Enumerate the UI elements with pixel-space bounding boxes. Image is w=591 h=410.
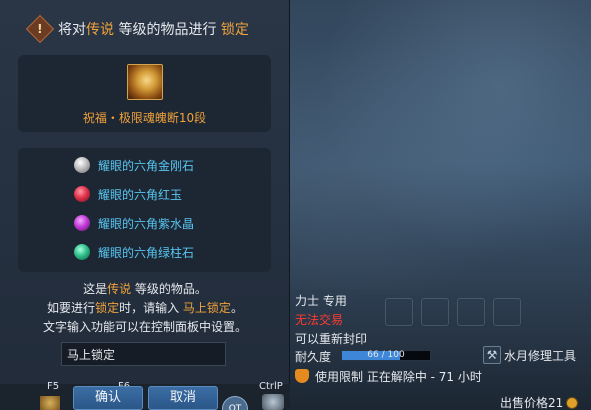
shortcut-key-ctrlp: CtrlP <box>259 381 283 392</box>
title-action: 锁定 <box>220 22 249 38</box>
coin-icon <box>566 396 579 409</box>
durability-bar: 66 / 100 <box>341 350 431 361</box>
durability-value: 66 / 100 <box>367 350 405 360</box>
lock-item-dialog: ! 将对传说 等级的物品进行 锁定 祝福・极限魂魄断10段 耀眼的六角金刚石 耀… <box>0 0 290 384</box>
beryl-gem-icon <box>74 244 90 260</box>
ruby-gem-icon <box>74 186 90 202</box>
material-list: 耀眼的六角金刚石 耀眼的六角红玉 耀眼的六角紫水晶 耀眼的六角绿柱石 <box>18 148 271 272</box>
dialog-title: ! 将对传说 等级的物品进行 锁定 <box>25 14 249 44</box>
confirm-text-input[interactable] <box>61 342 226 366</box>
dialog-title-text: 将对传说 等级的物品进行 锁定 <box>58 22 249 38</box>
hammer-icon: ⚒ <box>483 346 501 364</box>
background-scenery <box>290 0 591 290</box>
sell-price-label: 出售价格21 <box>500 396 564 410</box>
trade-status: 无法交易 <box>295 313 344 327</box>
list-item: 耀眼的六角金刚石 <box>74 155 194 175</box>
description-line-2: 如要进行锁定时，请输入 马上锁定。 <box>47 301 243 315</box>
material-label: 耀眼的六角红玉 <box>98 187 183 202</box>
shortcut-key-f5: F5 <box>47 381 60 392</box>
item-name: 祝福・极限魂魄断10段 <box>82 111 207 125</box>
durability-label: 耐久度 <box>295 350 332 364</box>
description-line-1: 这是传说 等级的物品。 <box>83 282 207 296</box>
repair-tool[interactable]: ⚒ 水月修理工具 <box>483 346 576 364</box>
title-grade: 传说 <box>86 22 114 38</box>
material-label: 耀眼的六角紫水晶 <box>98 216 195 231</box>
material-label: 耀眼的六角金刚石 <box>98 158 195 173</box>
shield-icon <box>295 369 309 383</box>
repair-tool-label: 水月修理工具 <box>504 348 577 363</box>
item-tooltip: 力士 专用 无法交易 可以重新封印 耐久度 66 / 100 ⚒ 水月修理工具 … <box>290 288 591 410</box>
weapon-item-icon[interactable] <box>127 64 163 100</box>
reseal-status: 可以重新封印 <box>295 332 368 346</box>
confirm-button[interactable]: 确认 <box>73 386 143 410</box>
description-line-3: 文字输入功能可以在控制面板中设置。 <box>42 320 247 334</box>
material-label: 耀眼的六角绿柱石 <box>98 245 195 260</box>
list-item: 耀眼的六角紫水晶 <box>74 213 194 233</box>
sell-price: 出售价格21 <box>500 394 579 410</box>
skill-slot-icon[interactable] <box>40 396 60 410</box>
skill-slot-icon-right[interactable] <box>262 394 284 410</box>
use-restriction: 使用限制 正在解除中 - 71 小时 <box>295 368 482 385</box>
amethyst-gem-icon <box>74 215 90 231</box>
list-item: 耀眼的六角红玉 <box>74 184 182 204</box>
class-requirement: 力士 专用 <box>295 294 347 308</box>
cancel-button[interactable]: 取消 <box>148 386 218 410</box>
list-item: 耀眼的六角绿柱石 <box>74 242 194 262</box>
target-item-panel: 祝福・极限魂魄断10段 <box>18 55 271 132</box>
warning-icon: ! <box>25 14 55 44</box>
diamond-gem-icon <box>74 157 90 173</box>
